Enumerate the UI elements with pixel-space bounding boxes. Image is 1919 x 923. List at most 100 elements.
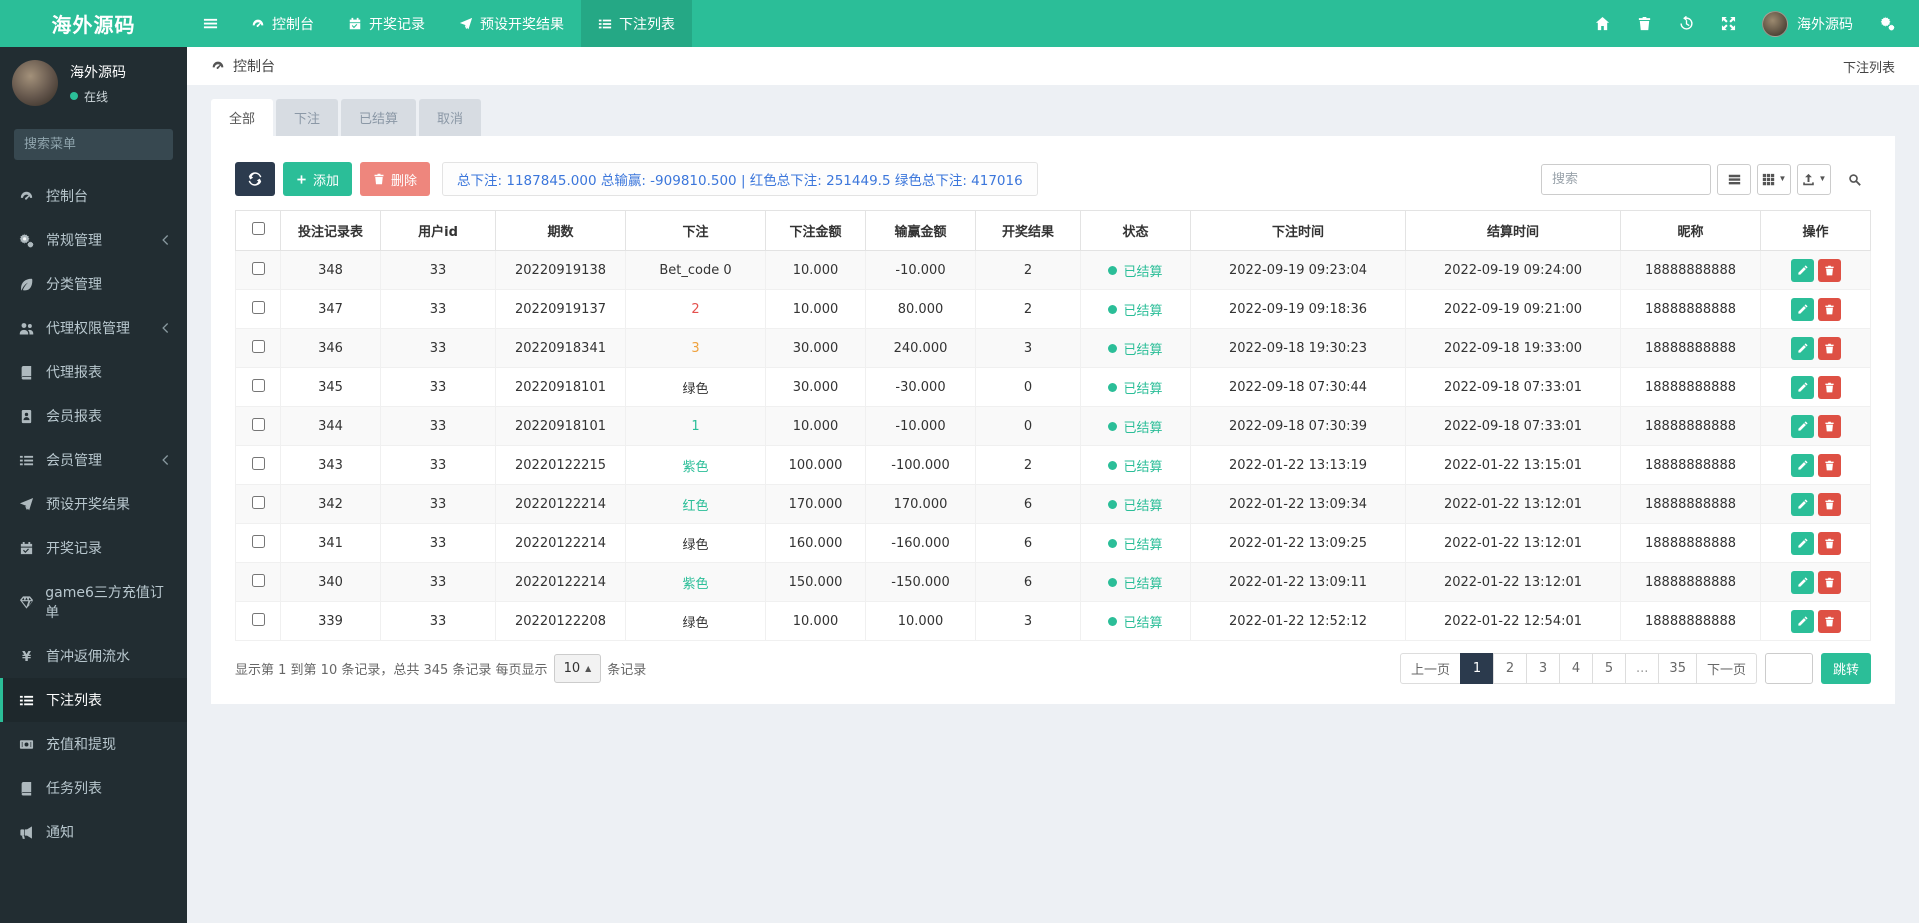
delete-row-button[interactable] [1817,336,1841,360]
sidebar-item-bet-list[interactable]: 下注列表 [0,678,187,722]
tab-取消[interactable]: 取消 [419,99,482,136]
jump-page-input[interactable] [1764,653,1813,684]
delete-row-button[interactable] [1817,570,1841,594]
cell-settle-time: 2022-01-22 13:12:01 [1405,562,1621,602]
delete-row-button[interactable] [1817,297,1841,321]
cell-amount: 160.000 [765,523,866,563]
cell-actions [1760,367,1871,407]
trash-button[interactable] [1626,0,1662,47]
fullscreen-button[interactable] [1710,0,1746,47]
home-button[interactable] [1584,0,1620,47]
refresh-button[interactable] [235,162,275,196]
sidebar-item-notice[interactable]: 通知 [0,810,187,854]
row-checkbox[interactable] [251,339,265,353]
sidebar-item-game6-orders[interactable]: game6三方充值订单 [0,570,187,634]
table-row: 347 33 20220919137 2 10.000 80.000 2 已结算 2022-09… [235,289,1871,329]
delete-row-button[interactable] [1817,453,1841,477]
tab-已结算[interactable]: 已结算 [341,99,417,136]
edit-button[interactable] [1790,492,1814,516]
columns-button[interactable]: ▼ [1757,163,1791,195]
sidebar-item-first-charge[interactable]: ¥ 首冲返佣流水 [0,634,187,678]
row-checkbox[interactable] [251,378,265,392]
edit-button[interactable] [1790,531,1814,555]
page-button-35[interactable]: 35 [1658,653,1697,684]
add-button[interactable]: 添加 [283,162,353,196]
edit-button[interactable] [1790,414,1814,438]
row-checkbox[interactable] [251,261,265,275]
page-button-3[interactable]: 3 [1526,653,1561,684]
pencil-icon [1797,420,1808,432]
page-button-5[interactable]: 5 [1592,653,1627,684]
nav-item-preset-results[interactable]: 预设开奖结果 [442,0,581,47]
sidebar-item-agent-perm[interactable]: 代理权限管理 [0,306,187,350]
row-checkbox[interactable] [251,300,265,314]
edit-button[interactable] [1790,570,1814,594]
delete-row-button[interactable] [1817,609,1841,633]
sidebar-item-general[interactable]: 常规管理 [0,218,187,262]
row-checkbox[interactable] [251,534,265,548]
delete-row-button[interactable] [1817,414,1841,438]
page-size-dropdown[interactable]: 10 ▲ [553,654,602,683]
sidebar-item-member-report[interactable]: 会员报表 [0,394,187,438]
row-checkbox[interactable] [251,456,265,470]
sidebar-item-preset-results[interactable]: 预设开奖结果 [0,482,187,526]
edit-button[interactable] [1790,336,1814,360]
edit-button[interactable] [1790,297,1814,321]
nav-item-draw-records[interactable]: 开奖记录 [331,0,442,47]
bet-table: 投注记录表 用户id 期数 下注 下注金额 输赢金额 开奖结果 状态 下注时间 结算时间 昵称 操作 … [235,210,1871,641]
sidebar-item-task-list[interactable]: 任务列表 [0,766,187,810]
sidebar-search-input[interactable] [14,129,173,160]
cell-settle-time: 2022-09-18 19:33:00 [1405,328,1621,368]
page-list: 上一页 1 2 3 4 5... 35 下一页 [1400,653,1757,684]
jump-button[interactable]: 跳转 [1820,653,1871,684]
add-button-label: 添加 [313,173,340,189]
row-checkbox[interactable] [251,573,265,587]
table-row: 343 33 20220122215 紫色 100.000 -100.000 2 已结算 202… [235,445,1871,485]
history-icon [1679,16,1694,31]
settings-button[interactable] [1869,0,1905,47]
delete-row-button[interactable] [1817,492,1841,516]
sidebar-menu: 控制台 常规管理 分类管理 代理权限管理 代理报表 会员报表 会员管理 预设开奖结果 开奖记录 g… [0,174,187,854]
select-all-checkbox[interactable] [251,222,265,235]
sidebar-item-agent-report[interactable]: 代理报表 [0,350,187,394]
sidebar-item-label: 首冲返佣流水 [46,649,130,665]
delete-row-button[interactable] [1817,531,1841,555]
nav-item-dashboard[interactable]: 控制台 [234,0,331,47]
sidebar-item-draw-records[interactable]: 开奖记录 [0,526,187,570]
export-button[interactable]: ▼ [1797,163,1831,195]
table-row: 345 33 20220918101 绿色 30.000 -30.000 0 已结算 2022-… [235,367,1871,407]
edit-button[interactable] [1790,453,1814,477]
delete-button[interactable]: 删除 [360,162,431,196]
search-trigger-button[interactable] [1837,163,1871,195]
tab-下注[interactable]: 下注 [276,99,339,136]
sidebar-item-category[interactable]: 分类管理 [0,262,187,306]
edit-button[interactable] [1790,609,1814,633]
tab-全部[interactable]: 全部 [211,99,274,136]
sidebar-item-member-mgmt[interactable]: 会员管理 [0,438,187,482]
edit-button[interactable] [1790,375,1814,399]
next-page-button[interactable]: 下一页 [1695,653,1757,684]
prev-page-button[interactable]: 上一页 [1400,653,1462,684]
row-checkbox[interactable] [251,495,265,509]
settings-gears-icon [1880,16,1895,31]
toggle-view-button[interactable] [1717,163,1751,195]
pencil-icon [1797,459,1808,471]
cell-winloss: -150.000 [865,562,976,602]
edit-button[interactable] [1790,258,1814,282]
user-menu[interactable]: 海外源码 [1752,10,1863,37]
delete-row-button[interactable] [1817,258,1841,282]
trash-icon [1824,499,1835,510]
page-button-2[interactable]: 2 [1493,653,1528,684]
delete-row-button[interactable] [1817,375,1841,399]
page-button-1[interactable]: 1 [1460,653,1495,684]
sidebar-item-dashboard[interactable]: 控制台 [0,174,187,218]
history-button[interactable] [1668,0,1704,47]
row-checkbox[interactable] [251,417,265,431]
row-checkbox[interactable] [251,612,265,626]
page-button-4[interactable]: 4 [1559,653,1594,684]
sidebar-toggle-button[interactable] [187,0,234,47]
sidebar-item-deposit-withdraw[interactable]: 充值和提现 [0,722,187,766]
table-search-input[interactable] [1541,163,1711,195]
top-navbar: 海外源码 控制台 开奖记录 预设开奖结果 下注列表 海外源码 [0,0,1919,47]
nav-item-bet-list[interactable]: 下注列表 [581,0,692,47]
